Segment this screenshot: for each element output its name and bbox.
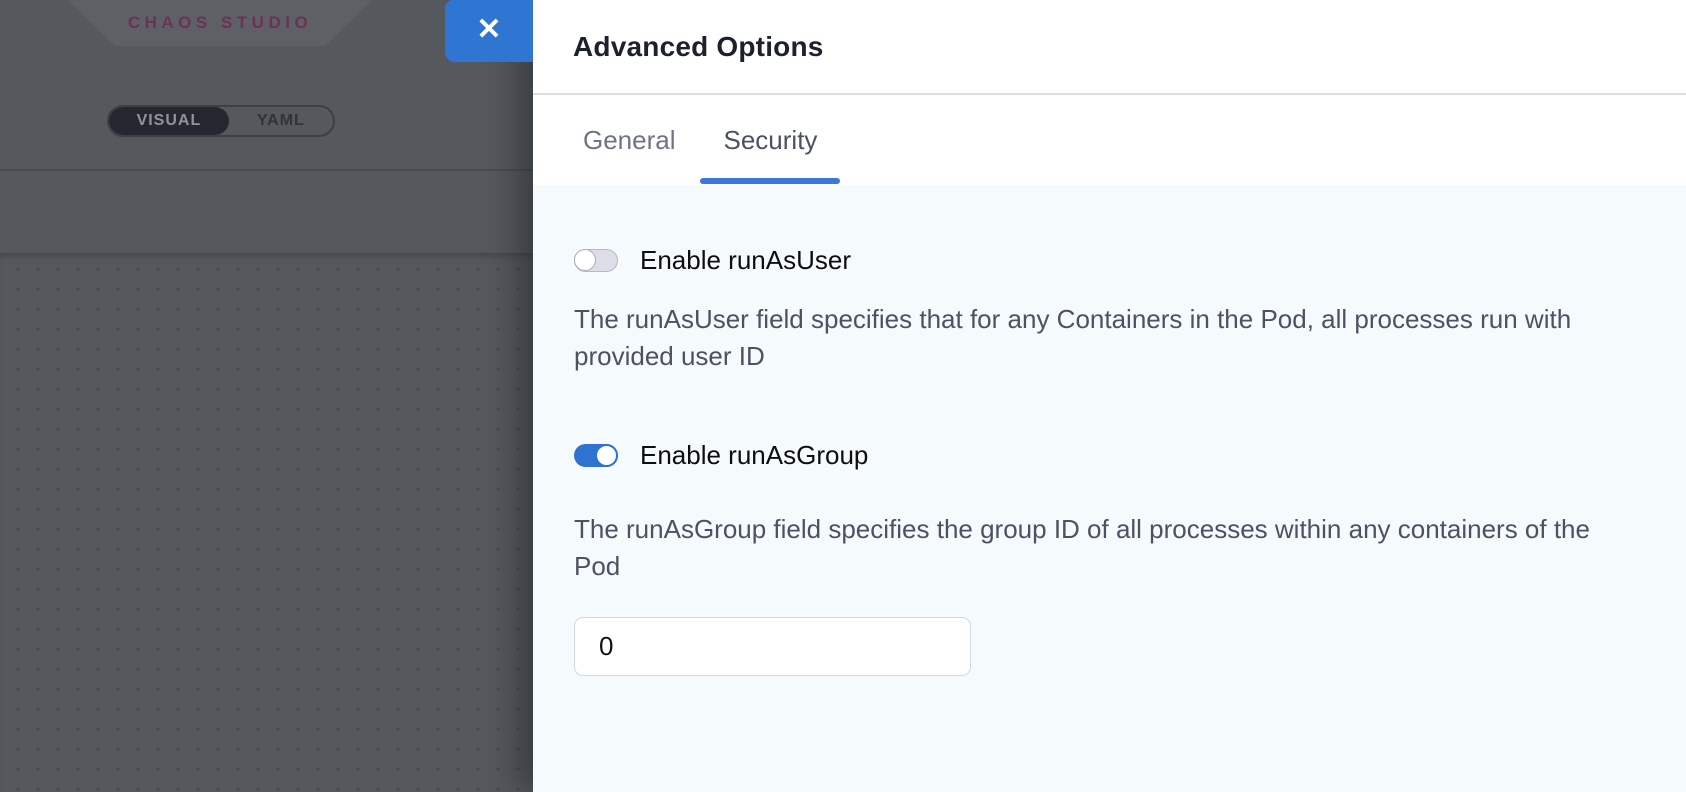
toggle-knob [574, 249, 596, 271]
run-as-group-row: Enable runAsGroup [574, 440, 868, 471]
tab-bar: General Security [533, 95, 1686, 185]
run-as-group-toggle[interactable] [574, 444, 618, 467]
panel-title: Advanced Options [573, 31, 824, 63]
run-as-user-row: Enable runAsUser [574, 245, 851, 276]
view-mode-toggle: VISUAL YAML [107, 105, 335, 137]
active-tab-underline [700, 178, 840, 184]
tab-general[interactable]: General [566, 95, 693, 185]
run-as-user-label: Enable runAsUser [640, 245, 851, 276]
close-icon: ✕ [476, 15, 501, 45]
run-as-group-value-input[interactable] [574, 617, 971, 676]
tab-general-label: General [583, 125, 676, 156]
dotted-canvas [0, 253, 534, 792]
close-button[interactable]: ✕ [445, 0, 533, 62]
toggle-knob [595, 444, 618, 467]
app-root: CHAOS STUDIO VISUAL YAML ✕ Advanced Opti… [0, 0, 1686, 792]
brand-badge: CHAOS STUDIO [68, 0, 372, 46]
tab-security[interactable]: Security [707, 95, 835, 185]
yaml-tab[interactable]: YAML [229, 107, 333, 135]
run-as-user-description: The runAsUser field specifies that for a… [574, 301, 1622, 375]
security-tab-content: Enable runAsUser The runAsUser field spe… [533, 185, 1686, 792]
run-as-group-description: The runAsGroup field specifies the group… [574, 511, 1622, 585]
tab-security-label: Security [724, 125, 818, 156]
run-as-group-label: Enable runAsGroup [640, 440, 868, 471]
toolbar-divider [0, 169, 534, 171]
visual-tab[interactable]: VISUAL [109, 107, 229, 135]
brand-title: CHAOS STUDIO [128, 13, 312, 33]
run-as-user-toggle[interactable] [574, 249, 618, 272]
panel-header: Advanced Options [533, 0, 1686, 95]
advanced-options-panel: Advanced Options General Security Enable… [533, 0, 1686, 792]
